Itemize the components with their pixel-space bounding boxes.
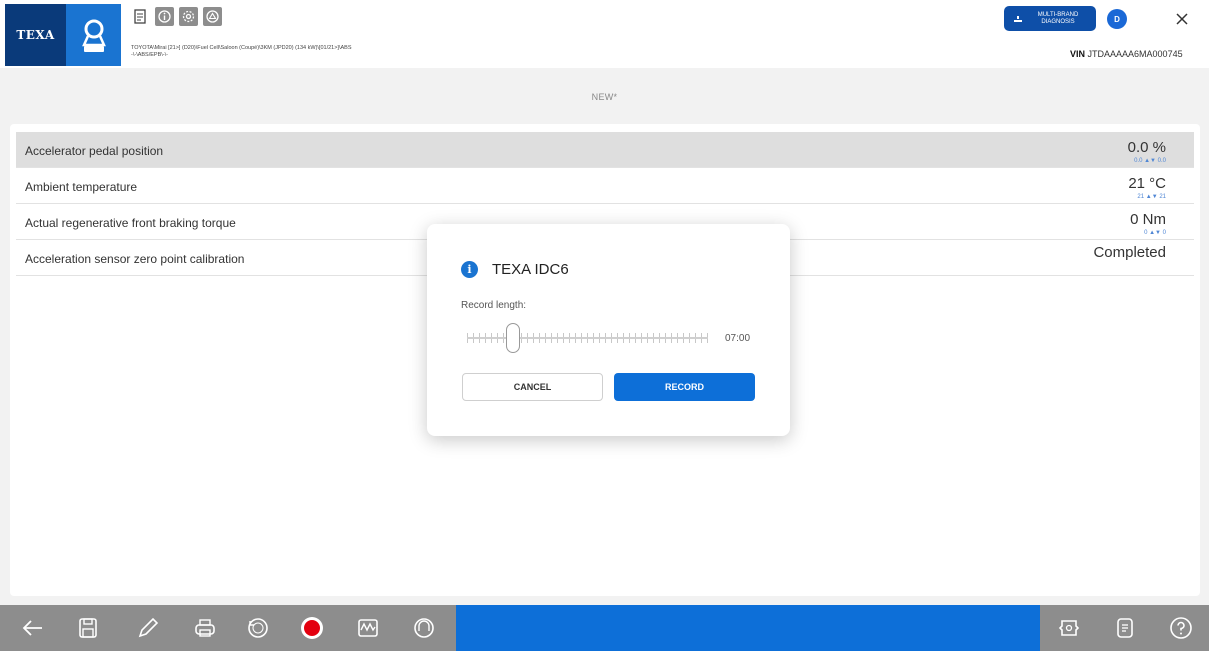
parameter-min: 0.0 xyxy=(1134,158,1143,164)
save-icon[interactable] xyxy=(74,614,102,642)
vehicle-path-line2: -\-\ABS/EPB\-\- xyxy=(131,52,168,58)
parameter-minmax: 21 ▲▼ 21 xyxy=(1137,194,1166,200)
parameter-value: 21 °C xyxy=(1128,175,1166,192)
parameter-min: 0 xyxy=(1144,230,1148,236)
record-dialog: i TEXA IDC6 Record length: 07:00 CANCEL … xyxy=(427,224,790,436)
parameter-label: Ambient temperature xyxy=(25,180,138,194)
edit-icon[interactable] xyxy=(134,614,162,642)
texa-logo: TEXA xyxy=(5,4,66,66)
vin-display: VIN JTDAAAAA6MA000745 xyxy=(1070,49,1183,59)
multi-brand-line2: DIAGNOSIS xyxy=(1041,18,1075,25)
cloud-icon[interactable] xyxy=(203,7,222,26)
parameter-row[interactable]: Ambient temperature 21 °C 21 ▲▼ 21 xyxy=(16,168,1194,204)
record-length-value: 07:00 xyxy=(725,333,751,344)
multi-brand-line1: MULTI-BRAND xyxy=(1037,11,1079,18)
vehicle-path: TOYOTA\Mirai [21>] (D20)\Fuel Cell\Saloo… xyxy=(131,45,451,59)
parameter-value: 0.0 % xyxy=(1127,139,1166,156)
idc-logo xyxy=(66,4,121,66)
document-icon[interactable] xyxy=(1111,614,1139,642)
info-icon[interactable] xyxy=(155,7,174,26)
parameter-max: 0.0 xyxy=(1157,158,1166,164)
print-icon[interactable] xyxy=(191,614,219,642)
settings-icon[interactable] xyxy=(179,7,198,26)
back-icon[interactable] xyxy=(19,614,47,642)
parameter-value: 0 Nm xyxy=(1130,211,1166,228)
parameter-minmax: 0 ▲▼ 0 xyxy=(1144,230,1166,236)
vin-value: JTDAAAAA6MA000745 xyxy=(1087,49,1183,59)
page-subtitle: NEW* xyxy=(591,92,618,102)
parameter-minmax: 0.0 ▲▼ 0.0 xyxy=(1134,158,1166,164)
parameter-min: 21 xyxy=(1137,194,1145,200)
record-length-label: Record length: xyxy=(461,300,527,311)
close-icon[interactable] xyxy=(1171,8,1193,30)
cancel-button[interactable]: CANCEL xyxy=(462,373,603,401)
parameter-value: Completed xyxy=(1093,244,1166,261)
multi-brand-diagnosis-button[interactable]: MULTI-BRAND DIAGNOSIS xyxy=(1004,6,1096,31)
reset-minmax-icon[interactable] xyxy=(244,614,272,642)
record-length-slider[interactable] xyxy=(467,337,708,339)
graph-icon[interactable] xyxy=(354,614,382,642)
bottom-toolbar xyxy=(0,605,1209,651)
ecu-icon[interactable] xyxy=(1055,614,1083,642)
parameter-label: Accelerator pedal position xyxy=(25,144,164,158)
parameter-max: 21 xyxy=(1159,194,1166,200)
multi-brand-icon xyxy=(1014,15,1022,22)
slider-handle[interactable] xyxy=(505,323,520,353)
user-avatar[interactable]: D xyxy=(1107,9,1127,29)
toolbar-left xyxy=(0,605,456,651)
parameter-max: 0 xyxy=(1162,230,1166,236)
report-icon[interactable] xyxy=(131,7,150,26)
parameter-label: Actual regenerative front braking torque xyxy=(25,216,236,230)
parameter-label: Acceleration sensor zero point calibrati… xyxy=(25,252,245,266)
help-icon[interactable] xyxy=(1167,614,1195,642)
brand-name: TEXA xyxy=(16,28,55,42)
record-icon[interactable] xyxy=(298,614,326,642)
info-icon: i xyxy=(461,261,478,278)
toolbar-right xyxy=(1040,605,1209,651)
gauge-icon[interactable] xyxy=(410,614,438,642)
parameter-row[interactable]: Accelerator pedal position 0.0 % 0.0 ▲▼ … xyxy=(16,132,1194,168)
record-button[interactable]: RECORD xyxy=(614,373,755,401)
app-header: TEXA TOYOTA\Mirai [21>] (D20)\Fuel Cell\… xyxy=(0,0,1209,68)
vin-label: VIN xyxy=(1070,49,1086,59)
vehicle-path-line1: TOYOTA\Mirai [21>] (D20)\Fuel Cell\Saloo… xyxy=(131,45,352,51)
dialog-title: TEXA IDC6 xyxy=(492,261,569,278)
